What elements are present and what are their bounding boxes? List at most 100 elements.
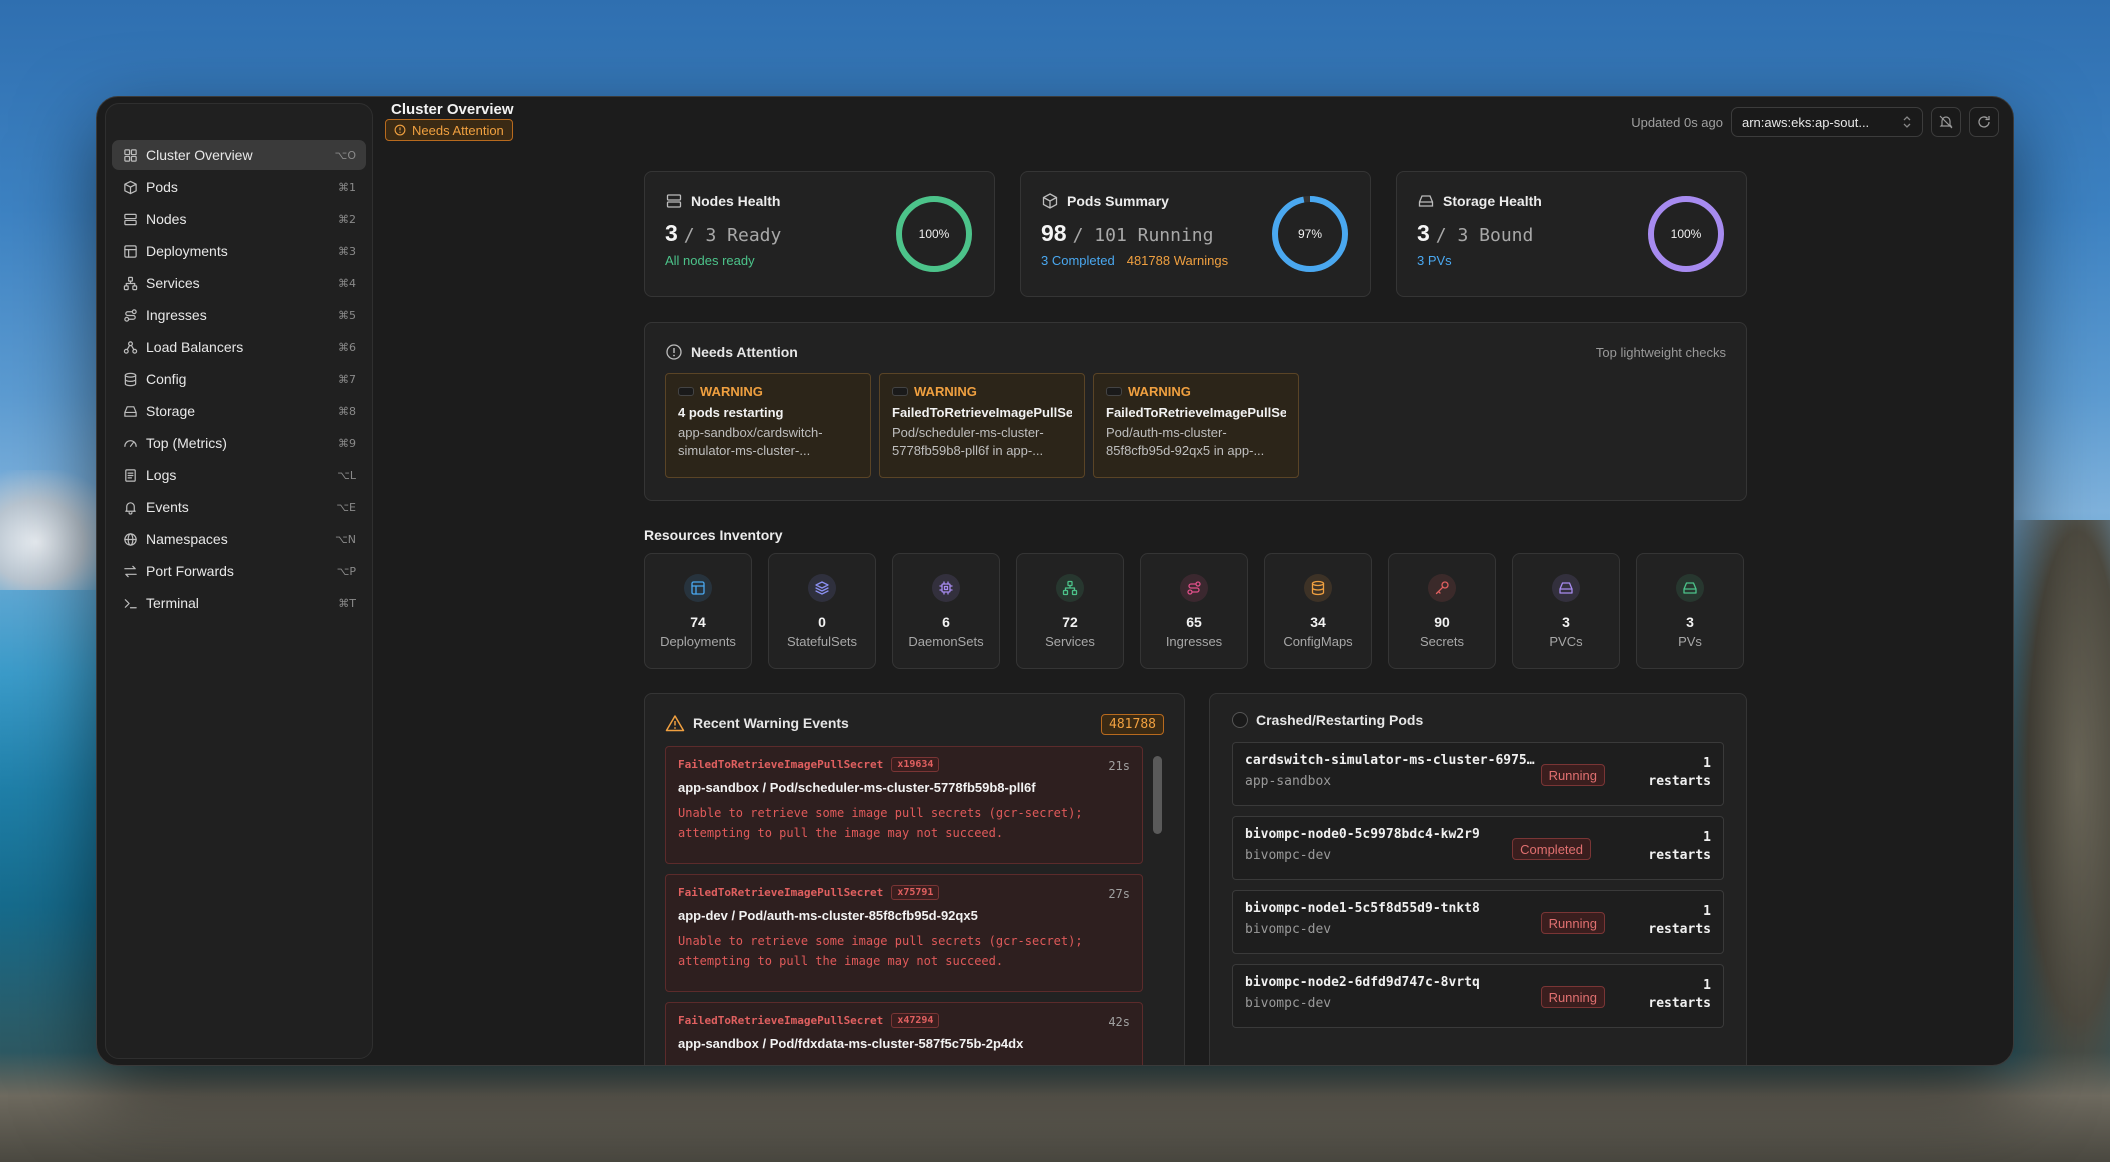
shortcut-hint: ⌥P [336,564,356,578]
pod-namespace: bivompc-dev [1245,996,1332,1011]
shortcut-hint: ⌘2 [338,212,356,226]
attention-level: WARNING [914,384,977,399]
card-title: Crashed/Restarting Pods [1256,712,1424,728]
inventory-card-statefulsets[interactable]: 0 StatefulSets [768,553,876,669]
sidebar-item-services[interactable]: Services ⌘4 [112,268,366,298]
drive-icon [1417,192,1435,210]
shortcut-hint: ⌘8 [338,404,356,418]
pod-row[interactable]: bivompc-node2-6dfd9d747c-8vrtq bivompc-de… [1232,964,1724,1028]
pod-row[interactable]: bivompc-node1-5c5f8d55d9-tnkt8 bivompc-de… [1232,890,1724,954]
sidebar-item-config[interactable]: Config ⌘7 [112,364,366,394]
attention-item[interactable]: WARNING FailedToRetrieveImagePullSe Pod/au… [1093,373,1299,478]
storage-health-card[interactable]: Storage Health 3/ 3 Bound 3 PVs 100% [1396,171,1747,297]
mute-notifications-button[interactable] [1931,107,1961,137]
pod-restarts: 1 restarts [1648,903,1711,939]
shortcut-hint: ⌥E [336,500,356,514]
sidebar-item-top-metrics[interactable]: Top (Metrics) ⌘9 [112,428,366,458]
sidebar-item-label: Services [146,275,200,291]
inventory-label: Ingresses [1165,634,1223,649]
events-scrollbar[interactable] [1153,756,1162,834]
inventory-label: ConfigMaps [1283,634,1353,649]
sidebar-item-label: Events [146,499,189,515]
attention-item[interactable]: WARNING 4 pods restarting app-sandbox/card… [665,373,871,478]
shortcut-hint: ⌘4 [338,276,356,290]
pods-total: / 101 Running [1072,225,1214,246]
shortcut-hint: ⌘7 [338,372,356,386]
event-item[interactable]: FailedToRetrieveImagePullSecret x75791 27s… [665,874,1143,992]
event-item[interactable]: FailedToRetrieveImagePullSecret x19634 21s… [665,746,1143,864]
shortcut-hint: ⌘3 [338,244,356,258]
nodes-health-card[interactable]: Nodes Health 3/ 3 Ready All nodes ready … [644,171,995,297]
terminal-icon [122,595,138,611]
status-badge[interactable]: Needs Attention [385,119,513,141]
cube-icon [1041,192,1059,210]
event-count-badge: x47294 [891,1013,940,1028]
sidebar-item-label: Config [146,371,187,387]
cube-icon [122,179,138,195]
sidebar-item-terminal[interactable]: Terminal ⌘T [112,588,366,618]
inventory-card-deployments[interactable]: 74 Deployments [644,553,752,669]
needs-attention-card: Needs Attention Top lightweight checks W… [644,322,1747,501]
inventory-card-pvs[interactable]: 3 PVs [1636,553,1744,669]
inventory-card-daemonsets[interactable]: 6 DaemonSets [892,553,1000,669]
shortcut-hint: ⌘1 [338,180,356,194]
sidebar-item-load-balancers[interactable]: Load Balancers ⌘6 [112,332,366,362]
inventory-label: StatefulSets [786,634,858,649]
inventory-card-ingresses[interactable]: 65 Ingresses [1140,553,1248,669]
shortcut-hint: ⌘9 [338,436,356,450]
inventory-count: 6 [942,614,950,630]
inventory-card-secrets[interactable]: 90 Secrets [1388,553,1496,669]
event-count-badge: x19634 [891,757,940,772]
gauge-icon [122,435,138,451]
inventory-card-configmaps[interactable]: 34 ConfigMaps [1264,553,1372,669]
card-title: Needs Attention [691,344,798,360]
server-icon [665,192,683,210]
event-target: app-sandbox / Pod/scheduler-ms-cluster-5… [678,780,1036,795]
toggle-icon [1106,387,1122,396]
pod-row[interactable]: bivompc-node0-5c9978bdc4-kw2r9 bivompc-de… [1232,816,1724,880]
sidebar-item-namespaces[interactable]: Namespaces ⌥N [112,524,366,554]
inventory-card-pvcs[interactable]: 3 PVCs [1512,553,1620,669]
context-select[interactable]: arn:aws:eks:ap-sout... [1731,107,1923,137]
nodes-total: / 3 Ready [683,225,782,246]
inventory-count: 65 [1186,614,1202,630]
sidebar-item-pods[interactable]: Pods ⌘1 [112,172,366,202]
status-ring-icon [1232,712,1248,728]
pod-namespace: bivompc-dev [1245,848,1332,863]
pod-row[interactable]: cardswitch-simulator-ms-cluster-6975… app… [1232,742,1724,806]
sidebar-item-logs[interactable]: Logs ⌥L [112,460,366,490]
restart-count: 1 [1703,830,1711,845]
sidebar-item-deployments[interactable]: Deployments ⌘3 [112,236,366,266]
layers-icon [808,574,836,602]
sidebar-item-label: Storage [146,403,196,419]
shortcut-hint: ⌘5 [338,308,356,322]
shortcut-hint: ⌥L [337,468,356,482]
route-icon [1180,574,1208,602]
sidebar-item-cluster-overview[interactable]: Cluster Overview ⌥O [112,140,366,170]
page-title: Cluster Overview [391,101,514,118]
shortcut-hint: ⌘6 [338,340,356,354]
event-target: app-dev / Pod/auth-ms-cluster-85f8cfb95d… [678,908,978,923]
pods-summary-card[interactable]: Pods Summary 98/ 101 Running 3 Completed… [1020,171,1371,297]
updated-timestamp: Updated 0s ago [1631,114,1723,130]
sidebar-item-ingresses[interactable]: Ingresses ⌘5 [112,300,366,330]
pod-status-badge: Completed [1512,838,1591,860]
refresh-button[interactable] [1969,107,1999,137]
header-actions: Updated 0s ago arn:aws:eks:ap-sout... [1631,107,1999,137]
event-message: Unable to retrieve some image pull secre… [678,806,1083,840]
toggle-icon [678,387,694,396]
warning-events-card: Recent Warning Events 481788 FailedToRet… [644,693,1185,1065]
sidebar-item-nodes[interactable]: Nodes ⌘2 [112,204,366,234]
attention-item[interactable]: WARNING FailedToRetrieveImagePullSe Pod/sc… [879,373,1085,478]
event-message: Unable to retrieve some image pull secre… [678,934,1083,968]
sidebar-item-events[interactable]: Events ⌥E [112,492,366,522]
crashed-pods-list: cardswitch-simulator-ms-cluster-6975… app… [1232,742,1724,1028]
inventory-card-services[interactable]: 72 Services [1016,553,1124,669]
background-shore [0,1052,2110,1162]
attention-list: WARNING 4 pods restarting app-sandbox/card… [665,373,1726,478]
restart-label: restarts [1648,774,1711,789]
sidebar-item-label: Cluster Overview [146,147,253,163]
sidebar-item-storage[interactable]: Storage ⌘8 [112,396,366,426]
event-item[interactable]: FailedToRetrieveImagePullSecret x47294 42s… [665,1002,1143,1065]
sidebar-item-port-forwards[interactable]: Port Forwards ⌥P [112,556,366,586]
